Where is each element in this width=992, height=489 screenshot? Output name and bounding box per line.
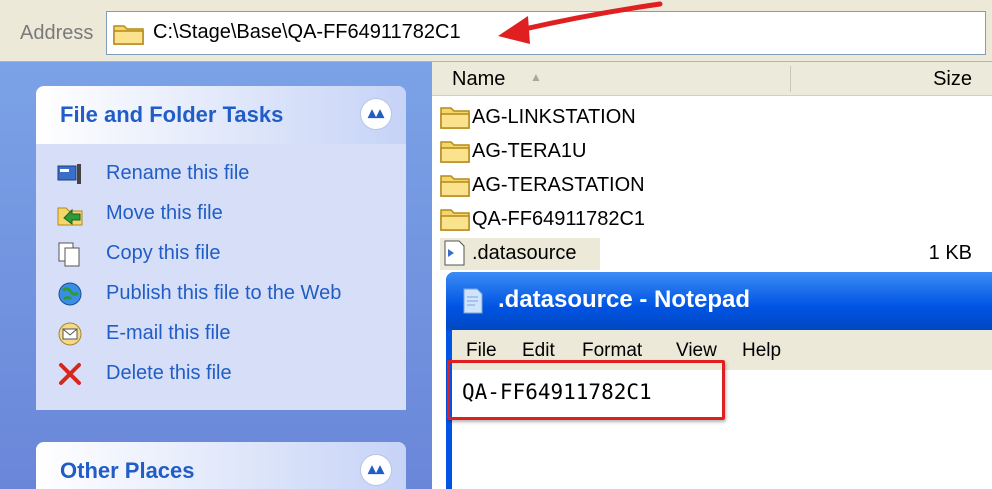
- file-folder-tasks-panel: File and Folder Tasks ▴▴ Rename this fil…: [36, 86, 406, 410]
- annotation-highlight-box: [447, 360, 725, 420]
- task-label: E-mail this file: [106, 322, 231, 344]
- folder-icon: [440, 209, 470, 231]
- list-item[interactable]: .datasource 1 KB: [440, 238, 992, 270]
- file-name: AG-TERASTATION: [472, 174, 645, 196]
- folder-icon: [440, 141, 470, 163]
- menu-view[interactable]: View: [676, 340, 717, 362]
- folder-icon: [113, 25, 144, 45]
- annotation-arrow: [498, 1, 663, 44]
- file-size: 1 KB: [928, 242, 972, 264]
- panel-title: File and Folder Tasks: [60, 102, 284, 127]
- rename-file-task[interactable]: Rename this file: [56, 160, 396, 190]
- menu-help[interactable]: Help: [742, 340, 781, 362]
- column-name-header[interactable]: Name: [452, 68, 505, 91]
- task-label: Publish this file to the Web: [106, 282, 342, 304]
- task-label: Copy this file: [106, 242, 221, 264]
- copy-icon: [58, 242, 80, 267]
- list-item[interactable]: AG-TERASTATION: [440, 170, 992, 202]
- task-label: Move this file: [106, 202, 223, 224]
- column-size-header[interactable]: Size: [933, 68, 972, 91]
- list-item[interactable]: AG-TERA1U: [440, 136, 992, 168]
- address-path: C:\Stage\Base\QA-FF64911782C1: [153, 21, 461, 43]
- panel-header[interactable]: Other Places ▴▴: [36, 442, 406, 489]
- notepad-title-bar[interactable]: .datasource - Notepad: [446, 272, 992, 330]
- publish-web-task[interactable]: Publish this file to the Web: [56, 280, 396, 310]
- menu-format[interactable]: Format: [582, 340, 642, 362]
- folder-icon: [440, 107, 470, 129]
- address-label: Address: [20, 22, 94, 44]
- sort-ascending-icon: ▲: [530, 70, 542, 84]
- column-header: Name ▲ Size: [432, 62, 992, 96]
- task-label: Rename this file: [106, 162, 250, 184]
- file-name: QA-FF64911782C1: [472, 208, 646, 230]
- notepad-icon: [463, 288, 483, 314]
- collapse-icon[interactable]: ▴▴: [360, 98, 392, 130]
- panel-header[interactable]: File and Folder Tasks ▴▴: [36, 86, 406, 144]
- email-file-task[interactable]: E-mail this file: [56, 320, 396, 350]
- file-name: .datasource: [472, 242, 577, 264]
- copy-file-task[interactable]: Copy this file: [56, 240, 396, 270]
- column-divider[interactable]: [790, 66, 791, 92]
- menu-edit[interactable]: Edit: [522, 340, 555, 362]
- task-label: Delete this file: [106, 362, 232, 384]
- move-file-task[interactable]: Move this file: [56, 200, 396, 230]
- delete-file-task[interactable]: Delete this file: [56, 360, 396, 390]
- rename-icon: [57, 164, 81, 184]
- other-places-panel: Other Places ▴▴: [36, 442, 406, 489]
- menu-file[interactable]: File: [466, 340, 497, 362]
- delete-icon: [59, 363, 81, 385]
- folder-icon: [440, 175, 470, 197]
- list-item[interactable]: AG-LINKSTATION: [440, 102, 992, 134]
- email-icon: [58, 322, 82, 346]
- file-name: AG-LINKSTATION: [472, 106, 636, 128]
- panel-title: Other Places: [60, 458, 195, 483]
- publish-web-icon: [58, 282, 82, 306]
- list-item[interactable]: QA-FF64911782C1: [440, 204, 992, 236]
- file-name: AG-TERA1U: [472, 140, 587, 162]
- move-icon: [57, 207, 83, 226]
- text-file-icon: [444, 240, 465, 266]
- collapse-icon[interactable]: ▴▴: [360, 454, 392, 486]
- notepad-title: .datasource - Notepad: [498, 286, 751, 313]
- task-pane: File and Folder Tasks ▴▴ Rename this fil…: [0, 62, 432, 489]
- address-bar: Address C:\Stage\Base\QA-FF64911782C1: [0, 0, 992, 62]
